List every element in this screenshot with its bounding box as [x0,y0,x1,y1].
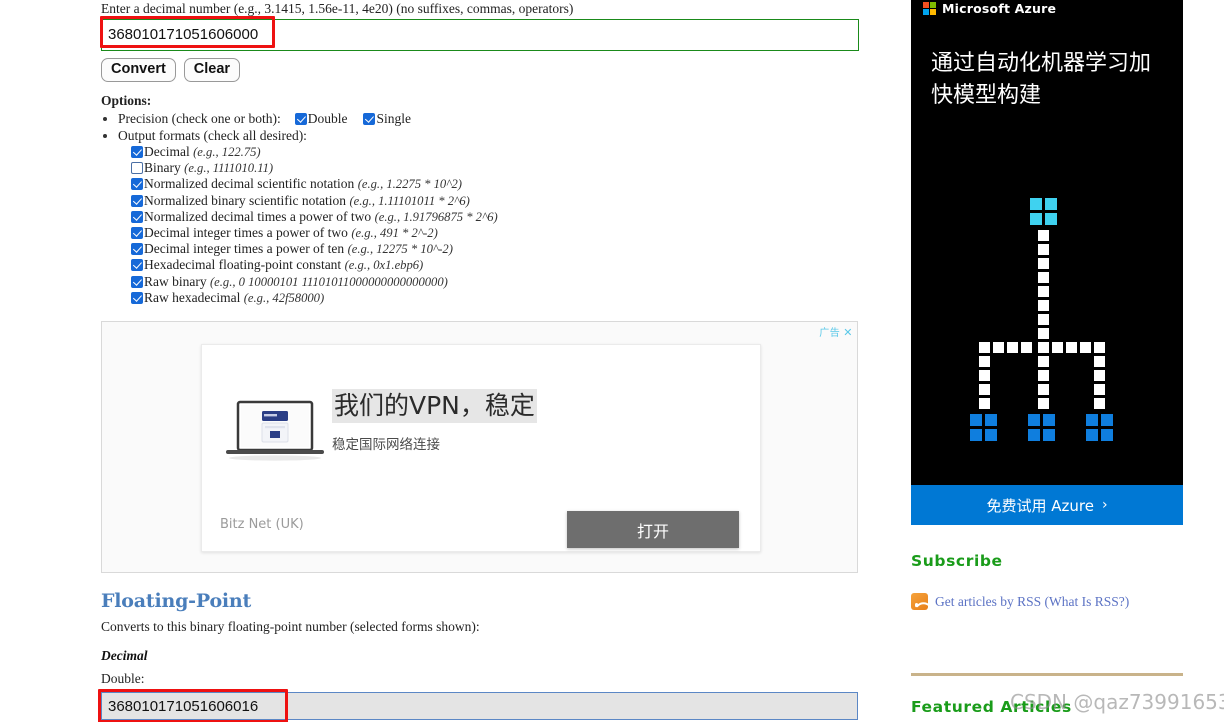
format-label: Normalized decimal scientific notation [144,176,355,192]
azure-brand-label: Microsoft Azure [942,1,1057,16]
azure-headline: 通过自动化机器学习加快模型构建 [931,51,1152,108]
middle-advertisement[interactable]: 广告 ✕ 我们的VPN，稳定 稳定国际网络连接 Bitz Net (UK) 打开 [101,321,858,573]
checkbox-norm-binary-sci[interactable] [131,194,143,207]
ad-card[interactable]: 我们的VPN，稳定 稳定国际网络连接 Bitz Net (UK) 打开 [201,344,761,552]
checkbox-single-label: Single [376,111,411,126]
double-field-label: Double: [101,671,145,686]
format-label: Hexadecimal floating-point constant [144,257,342,273]
list-item: Decimal integer times a power of ten (e.… [131,241,860,257]
subscribe-heading: Subscribe [911,552,1003,570]
list-item: Normalized decimal scientific notation (… [131,176,860,192]
button-row: Convert Clear [80,58,860,82]
format-label: Normalized decimal times a power of two [144,208,372,224]
format-example: (e.g., 0x1.ebp6) [344,258,424,273]
format-example: (e.g., 1.11101011 * 2^6) [349,193,470,208]
convert-button[interactable]: Convert [101,58,176,82]
ad-label[interactable]: 广告 ✕ [819,324,853,339]
list-item: Decimal integer times a power of two (e.… [131,225,860,241]
input-hint: Enter a decimal number (e.g., 3.1415, 1.… [101,1,574,16]
laptop-icon [226,400,324,461]
checkbox-decimal[interactable] [131,146,143,158]
format-label: Raw hexadecimal [144,289,241,305]
format-label: Decimal integer times a power of two [144,225,348,241]
ad-label-text: 广告 [819,328,841,339]
checkbox-raw-hexadecimal[interactable] [131,291,143,304]
checkbox-int-pow2[interactable] [131,227,143,240]
decimal-group-label: Decimal [101,648,148,663]
ml-tree-diagram-icon [970,198,1113,441]
list-item: Raw hexadecimal (e.g., 42f58000) [131,290,860,306]
clear-button[interactable]: Clear [183,58,241,82]
format-label: Decimal integer times a power of ten [144,241,345,257]
microsoft-logo-icon [923,2,936,15]
format-example: (e.g., 1.91796875 * 2^6) [374,209,498,224]
page-root: Enter a decimal number (e.g., 3.1415, 1.… [0,0,1224,722]
checkbox-raw-binary[interactable] [131,275,143,288]
converter-panel: Enter a decimal number (e.g., 3.1415, 1.… [80,0,860,306]
rss-row[interactable]: Get articles by RSS (What Is RSS?) [911,593,1183,610]
double-output-wrap [98,689,861,722]
format-example: (e.g., 1111010.11) [184,161,274,176]
format-example: (e.g., 42f58000) [243,290,325,305]
list-item: Decimal (e.g., 122.75) [131,144,860,160]
options-title: Options: [101,93,152,108]
checkbox-hex-fp-constant[interactable] [131,259,143,272]
decimal-input[interactable] [101,19,859,51]
options-list: Precision (check one or both): Double Si… [80,111,860,306]
precision-option-row: Precision (check one or both): Double Si… [118,111,860,128]
featured-articles-heading: Featured Articles [911,698,1072,716]
output-formats-row: Output formats (check all desired): Deci… [118,128,860,307]
azure-trial-button[interactable]: 免费试用 Azure › [911,485,1183,525]
checkbox-double[interactable] [294,113,307,126]
format-example: (e.g., 122.75) [193,145,261,159]
checkbox-norm-decimal-sci[interactable] [131,178,143,191]
decimal-input-wrap [80,16,860,51]
format-example: (e.g., 0 10000101 1110101100000000000000… [209,274,448,289]
azure-trial-label: 免费试用 Azure [986,496,1094,515]
microsoft-brand: Microsoft Azure [923,1,1056,16]
floating-point-section: Floating-Point Converts to this binary f… [98,590,861,722]
ad-subline: 稳定国际网络连接 [332,437,440,453]
format-example: (e.g., 491 * 2^-2) [351,226,438,241]
checkbox-norm-decimal-pow2[interactable] [131,210,143,223]
close-icon[interactable]: ✕ [843,327,853,339]
list-item: Hexadecimal floating-point constant (e.g… [131,257,860,273]
format-label: Normalized binary scientific notation [144,192,347,208]
format-label: Binary [144,160,181,176]
precision-label: Precision (check one or both): [118,111,281,126]
rss-link[interactable]: Get articles by RSS (What Is RSS?) [935,594,1129,610]
list-item: Binary (e.g., 1111010.11) [131,160,860,176]
format-label: Raw binary [144,273,207,289]
ad-headline: 我们的VPN，稳定 [332,389,537,423]
ad-open-button[interactable]: 打开 [567,511,739,548]
output-formats-label: Output formats (check all desired): [118,127,307,143]
checkbox-int-pow10[interactable] [131,243,143,256]
checkbox-double-label: Double [307,111,348,126]
page-title: Floating-Point [101,590,252,612]
checkbox-single[interactable] [363,113,376,126]
format-example: (e.g., 12275 * 10^-2) [347,242,453,257]
format-label: Decimal [144,144,190,159]
format-example: (e.g., 1.2275 * 10^2) [357,177,462,192]
list-item: Normalized binary scientific notation (e… [131,193,860,209]
divider [911,673,1183,676]
ad-brand: Bitz Net (UK) [220,517,304,532]
list-item: Normalized decimal times a power of two … [131,209,860,225]
checkbox-binary[interactable] [131,162,143,175]
chevron-right-icon: › [1101,497,1108,513]
floating-point-description: Converts to this binary floating-point n… [101,619,480,634]
output-format-list: Decimal (e.g., 122.75) Binary (e.g., 111… [118,144,860,306]
list-item: Raw binary (e.g., 0 10000101 11101011000… [131,274,860,290]
azure-advertisement[interactable]: Microsoft Azure 通过自动化机器学习加快模型构建 免费试用 Azu… [911,0,1183,525]
sidebar: Microsoft Azure 通过自动化机器学习加快模型构建 免费试用 Azu… [911,0,1183,716]
double-output-field[interactable] [101,692,858,720]
rss-icon [911,593,928,610]
